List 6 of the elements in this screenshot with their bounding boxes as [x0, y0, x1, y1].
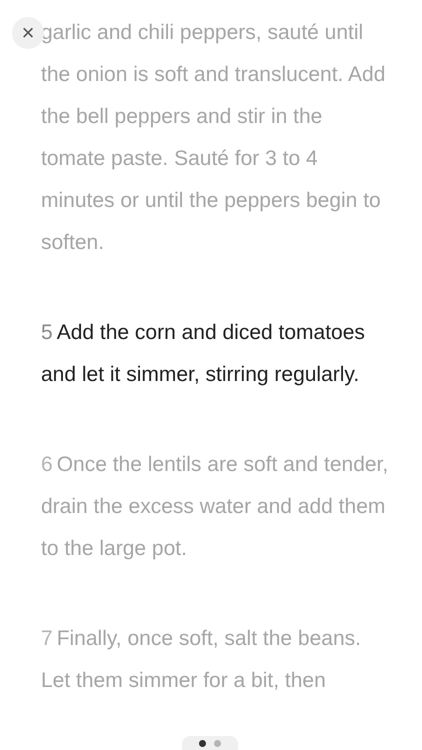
step-text: 5 Add the corn and diced tomatoes and let it simmer, stirring regularly. [41, 320, 366, 388]
step-text: 7 Finally, once soft, salt the beans. Let them simmer for a bit, then [41, 626, 362, 694]
page-dot[interactable] [199, 740, 206, 746]
step-text: 6 Once the lentils are soft and tender, drain the excess water and add them to the large pot. [41, 452, 390, 562]
page-dot[interactable] [214, 740, 221, 746]
close-button[interactable]: × [12, 17, 44, 49]
